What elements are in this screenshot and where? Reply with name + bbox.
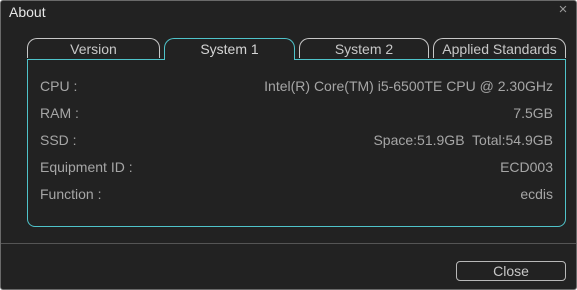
- ssd-value: Space:51.9GB Total:54.9GB: [373, 132, 553, 148]
- cpu-row: CPU : Intel(R) Core(TM) i5-6500TE CPU @ …: [40, 76, 553, 96]
- close-button[interactable]: Close: [456, 261, 566, 281]
- system-info-panel: CPU : Intel(R) Core(TM) i5-6500TE CPU @ …: [27, 59, 566, 227]
- title-bar: About ×: [1, 1, 576, 23]
- cpu-label: CPU :: [40, 78, 78, 94]
- ram-value: 7.5GB: [513, 105, 553, 121]
- tab-system-2[interactable]: System 2: [299, 38, 429, 58]
- ssd-label: SSD :: [40, 132, 77, 148]
- equipment-id-value: ECD003: [500, 159, 553, 175]
- close-icon[interactable]: ×: [556, 2, 570, 18]
- function-value: ecdis: [520, 186, 553, 202]
- ram-label: RAM :: [40, 105, 79, 121]
- dialog-title: About: [9, 4, 46, 20]
- equipment-id-label: Equipment ID :: [40, 159, 133, 175]
- tab-system-1[interactable]: System 1: [164, 38, 295, 60]
- function-label: Function :: [40, 186, 102, 202]
- tab-applied-standards[interactable]: Applied Standards: [433, 38, 566, 58]
- tab-version[interactable]: Version: [27, 38, 160, 58]
- equipment-id-row: Equipment ID : ECD003: [40, 157, 553, 177]
- about-dialog: About × Version System 1 System 2 Applie…: [0, 0, 577, 290]
- function-row: Function : ecdis: [40, 184, 553, 204]
- ram-row: RAM : 7.5GB: [40, 103, 553, 123]
- ssd-row: SSD : Space:51.9GB Total:54.9GB: [40, 130, 553, 150]
- cpu-value: Intel(R) Core(TM) i5-6500TE CPU @ 2.30GH…: [264, 78, 553, 94]
- footer-divider: [1, 243, 576, 244]
